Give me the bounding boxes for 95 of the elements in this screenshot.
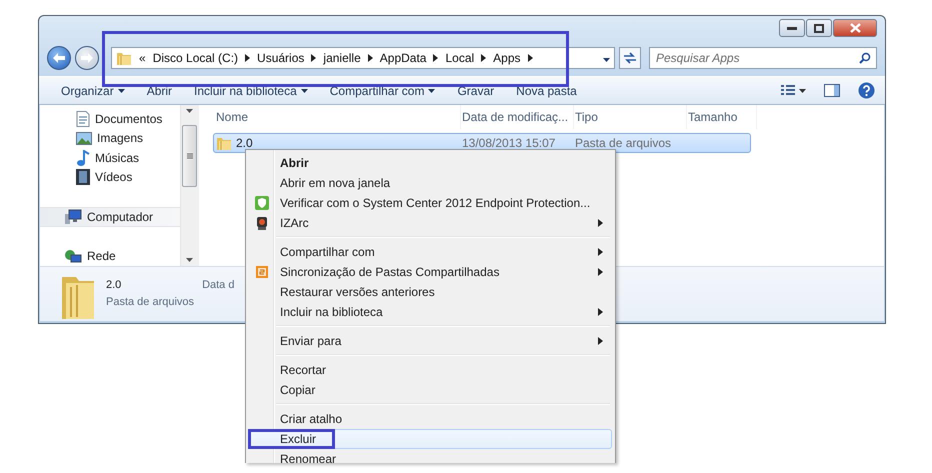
network-icon — [64, 248, 82, 264]
modified-date: 13/08/2013 15:07 — [461, 136, 556, 150]
list-view-icon — [781, 85, 795, 96]
chevron-icon — [311, 54, 316, 62]
menu-item[interactable]: Sincronização de Pastas Compartilhadas — [248, 262, 612, 282]
forward-arrow-icon — [81, 53, 93, 64]
navigation-item[interactable]: Computador — [40, 207, 180, 227]
menu-item[interactable]: Criar atalho — [248, 409, 612, 429]
caret-icon — [118, 88, 125, 93]
toolbar-button[interactable]: Compartilhar com — [330, 84, 436, 98]
view-button[interactable] — [781, 85, 806, 96]
menu-item[interactable]: Copiar — [248, 380, 612, 400]
menu-item[interactable]: Renomear — [248, 449, 612, 463]
caret-icon — [186, 109, 193, 114]
maximize-button[interactable] — [806, 19, 832, 37]
menu-item[interactable]: Compartilhar com — [248, 242, 612, 262]
image-icon — [76, 132, 92, 145]
search-field[interactable]: Pesquisar Apps — [649, 47, 877, 70]
caret-icon — [428, 88, 436, 93]
navigation-item[interactable]: Músicas — [40, 148, 180, 168]
menu-item[interactable]: Restaurar versões anteriores — [248, 282, 612, 302]
chevron-icon — [528, 54, 533, 62]
minimize-icon — [787, 26, 797, 30]
breadcrumb[interactable]: Local — [445, 51, 474, 66]
breadcrumb[interactable]: AppData — [380, 51, 426, 66]
minimize-button[interactable] — [779, 19, 805, 37]
menu-item[interactable]: Enviar para — [248, 331, 612, 351]
navigation-item[interactable]: Vídeos — [40, 168, 180, 188]
refresh-icon — [623, 52, 637, 64]
grip-icon — [186, 152, 192, 159]
archive-icon — [256, 216, 268, 230]
toolbar-button[interactable]: Gravar — [457, 84, 494, 98]
forward-button[interactable] — [75, 46, 99, 70]
back-button[interactable] — [47, 46, 71, 70]
details-label: Data d — [202, 279, 234, 292]
address-bar[interactable]: « Disco Local (C:) Usuários janielle AppData Local Apps — [111, 47, 615, 70]
help-button[interactable] — [858, 82, 875, 100]
maximize-icon — [814, 24, 824, 32]
search-icon — [859, 52, 871, 64]
column-header[interactable]: Tipo — [574, 105, 687, 130]
menu-item[interactable]: Recortar — [248, 360, 612, 380]
menu-item[interactable]: Verificar com o System Center 2012 Endpoint Protection... — [248, 193, 612, 213]
close-icon — [850, 23, 860, 33]
file-name: 2.0 — [236, 136, 253, 150]
shield-icon — [255, 196, 269, 210]
chevron-icon — [433, 54, 438, 62]
breadcrumb[interactable]: Apps — [493, 51, 521, 66]
menu-item[interactable]: Abrir — [248, 153, 612, 173]
close-button[interactable] — [833, 19, 877, 37]
toolbar-button[interactable]: Abrir — [146, 84, 172, 98]
caret-icon — [799, 88, 806, 93]
file-type: Pasta de arquivos — [574, 136, 672, 150]
navigation-item[interactable]: Rede — [40, 246, 180, 266]
music-note-icon — [76, 150, 90, 166]
details-type: Pasta de arquivos — [106, 296, 194, 308]
caret-icon — [186, 258, 193, 262]
navigation-item[interactable]: Imagens — [40, 128, 180, 148]
chevron-icon — [245, 54, 250, 62]
chevron-icon — [598, 219, 603, 227]
breadcrumb[interactable]: janielle — [323, 51, 361, 66]
breadcrumb[interactable]: Disco Local (C:) — [152, 51, 238, 66]
film-icon — [76, 169, 90, 186]
details-name: 2.0 — [106, 279, 122, 292]
menu-item[interactable]: Excluir — [248, 429, 612, 449]
scrollbar[interactable] — [180, 105, 198, 266]
help-icon — [858, 82, 875, 100]
column-header[interactable]: Data de modificaç... — [461, 105, 574, 130]
overflow-crumb[interactable]: « — [139, 51, 146, 66]
toolbar-button[interactable]: Incluir na biblioteca — [194, 84, 308, 98]
column-header[interactable]: Tamanho — [687, 105, 757, 130]
chevron-icon — [598, 248, 603, 256]
preview-pane-button[interactable] — [824, 84, 840, 98]
menu-item[interactable]: Incluir na biblioteca — [248, 302, 612, 322]
preview-pane-icon — [824, 84, 840, 98]
computer-icon — [64, 209, 82, 224]
chevron-icon — [598, 308, 603, 316]
toolbar-button[interactable]: Nova pasta — [516, 84, 577, 98]
menu-item[interactable]: IZArc — [248, 213, 612, 233]
menu-item[interactable]: Abrir em nova janela — [248, 173, 612, 193]
back-arrow-icon — [53, 53, 65, 64]
sync-icon — [256, 266, 268, 278]
chevron-icon — [481, 54, 486, 62]
navigation-item[interactable]: Documentos — [40, 109, 180, 129]
chevron-icon — [368, 54, 373, 62]
breadcrumb[interactable]: Usuários — [257, 51, 304, 66]
folder-icon — [116, 50, 132, 66]
document-icon — [76, 110, 90, 127]
column-header[interactable]: Nome — [215, 105, 461, 130]
folder-icon — [216, 135, 232, 152]
chevron-icon — [598, 337, 603, 345]
caret-icon — [603, 58, 610, 62]
refresh-button[interactable] — [619, 47, 641, 70]
toolbar-button[interactable]: Organizar — [61, 84, 125, 98]
caret-icon — [300, 88, 308, 93]
chevron-icon — [598, 268, 603, 276]
